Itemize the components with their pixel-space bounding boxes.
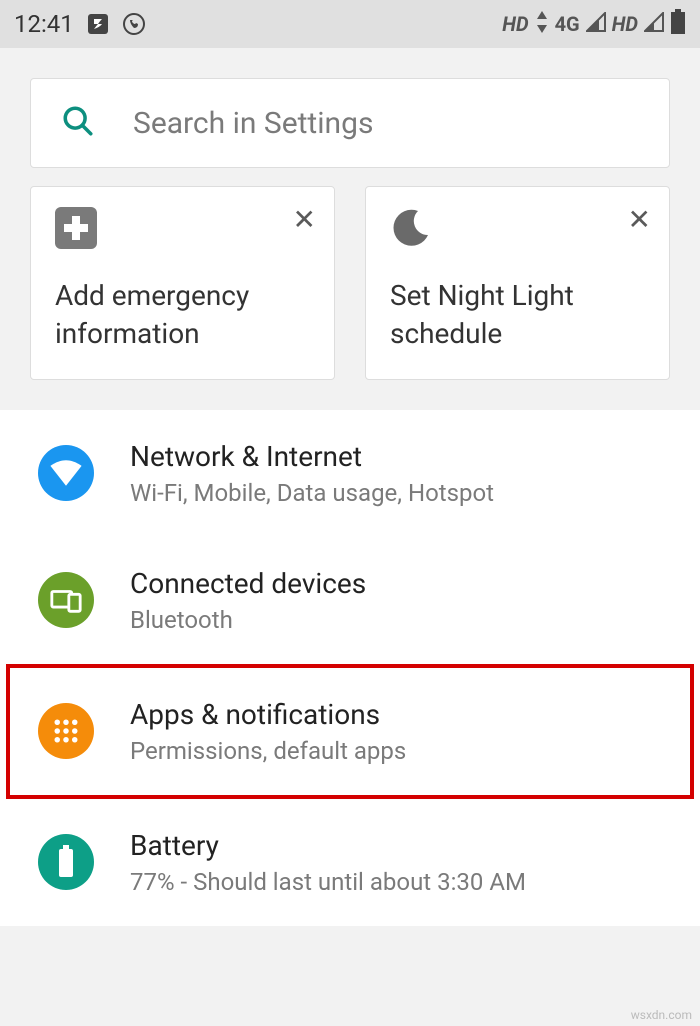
setting-sub: Permissions, default apps bbox=[130, 737, 666, 765]
status-left: 12:41 bbox=[14, 10, 146, 38]
apps-icon bbox=[38, 703, 94, 759]
battery-icon bbox=[38, 834, 94, 890]
highlight-apps: Apps & notifications Permissions, defaul… bbox=[6, 664, 694, 799]
setting-battery[interactable]: Battery 77% - Should last until about 3:… bbox=[0, 799, 700, 926]
moon-icon bbox=[390, 207, 432, 249]
setting-sub: Bluetooth bbox=[130, 606, 676, 634]
night-light-card[interactable]: ✕ Set Night Light schedule bbox=[365, 186, 670, 380]
setting-title: Network & Internet bbox=[130, 440, 676, 473]
setting-sub: Wi-Fi, Mobile, Data usage, Hotspot bbox=[130, 479, 676, 507]
setting-text: Battery 77% - Should last until about 3:… bbox=[130, 829, 676, 896]
setting-apps[interactable]: Apps & notifications Permissions, defaul… bbox=[10, 668, 690, 795]
setting-title: Connected devices bbox=[130, 567, 676, 600]
settings-list: Network & Internet Wi-Fi, Mobile, Data u… bbox=[0, 410, 700, 926]
setting-sub: 77% - Should last until about 3:30 AM bbox=[130, 868, 676, 896]
search-area: Search in Settings bbox=[0, 48, 700, 186]
signal-icon-1 bbox=[586, 12, 606, 36]
close-icon[interactable]: ✕ bbox=[293, 203, 316, 236]
setting-text: Apps & notifications Permissions, defaul… bbox=[130, 698, 666, 765]
signal-icon-2 bbox=[644, 12, 664, 36]
setting-text: Connected devices Bluetooth bbox=[130, 567, 676, 634]
setting-text: Network & Internet Wi-Fi, Mobile, Data u… bbox=[130, 440, 676, 507]
search-icon bbox=[61, 104, 95, 142]
card-title: Set Night Light schedule bbox=[390, 277, 645, 353]
search-box[interactable]: Search in Settings bbox=[30, 78, 670, 168]
hd-label-1: HD bbox=[502, 12, 528, 36]
search-placeholder: Search in Settings bbox=[133, 106, 373, 141]
updown-icon bbox=[535, 11, 549, 37]
app-icon-1 bbox=[86, 12, 110, 36]
hd-label-2: HD bbox=[612, 12, 638, 36]
card-title: Add emergency information bbox=[55, 277, 310, 353]
status-right: HD 4G HD bbox=[502, 9, 686, 39]
setting-title: Battery bbox=[130, 829, 676, 862]
emergency-info-card[interactable]: ✕ Add emergency information bbox=[30, 186, 335, 380]
devices-icon bbox=[38, 572, 94, 628]
plus-icon bbox=[55, 207, 97, 249]
close-icon[interactable]: ✕ bbox=[628, 203, 651, 236]
clock-text: 12:41 bbox=[14, 10, 74, 38]
net-label: 4G bbox=[555, 12, 580, 36]
phone-icon bbox=[122, 12, 146, 36]
setting-title: Apps & notifications bbox=[130, 698, 666, 731]
status-bar: 12:41 HD 4G HD bbox=[0, 0, 700, 48]
setting-network[interactable]: Network & Internet Wi-Fi, Mobile, Data u… bbox=[0, 410, 700, 537]
watermark: wsxdn.com bbox=[631, 1008, 692, 1022]
battery-icon bbox=[670, 9, 686, 39]
wifi-icon bbox=[38, 445, 94, 501]
setting-connected[interactable]: Connected devices Bluetooth bbox=[0, 537, 700, 664]
suggestion-cards: ✕ Add emergency information ✕ Set Night … bbox=[0, 186, 700, 410]
